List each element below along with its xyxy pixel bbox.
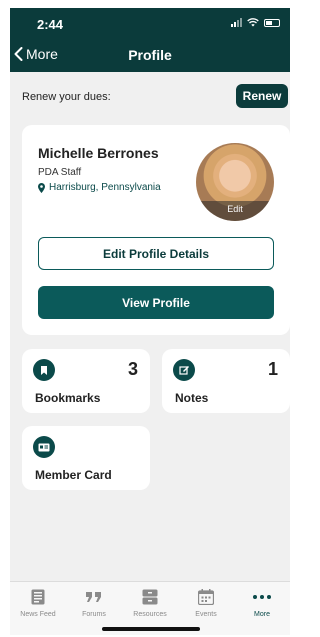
notes-count: 1 (267, 359, 278, 379)
tab-more[interactable]: More (234, 588, 290, 618)
notes-tile[interactable]: 1 Notes (162, 349, 290, 413)
battery-icon (264, 18, 280, 27)
member-card-tile[interactable]: Member Card (22, 426, 150, 490)
calendar-icon (178, 588, 234, 606)
note-edit-icon (173, 359, 195, 381)
notes-label: Notes (175, 391, 209, 405)
avatar-edit-label[interactable]: Edit (196, 201, 274, 221)
page-title: Profile (128, 47, 172, 63)
tab-news-feed-label: News Feed (20, 611, 56, 618)
bookmark-icon (33, 359, 55, 381)
tab-events[interactable]: Events (178, 588, 234, 618)
header-bar: 2:44 More Profile (10, 8, 290, 72)
profile-location: Harrisburg, Pennsylvania (38, 182, 161, 193)
status-icons (231, 18, 280, 27)
avatar[interactable]: Edit (196, 143, 274, 221)
tab-news-feed[interactable]: News Feed (10, 588, 66, 618)
tab-more-label: More (254, 611, 270, 618)
signal-icon (231, 18, 242, 27)
id-card-icon (33, 436, 55, 458)
news-feed-icon (10, 588, 66, 606)
wifi-icon (247, 18, 259, 27)
edit-profile-details-button[interactable]: Edit Profile Details (38, 237, 274, 270)
view-profile-button[interactable]: View Profile (38, 286, 274, 319)
bookmarks-label: Bookmarks (35, 391, 101, 405)
tab-events-label: Events (195, 611, 217, 618)
tab-forums-label: Forums (82, 611, 106, 618)
tab-resources[interactable]: Resources (122, 588, 178, 618)
profile-card: Michelle Berrones PDA Staff Harrisburg, … (22, 125, 290, 335)
profile-role: PDA Staff (38, 167, 82, 178)
location-pin-icon (38, 182, 45, 193)
bookmarks-tile[interactable]: 3 Bookmarks (22, 349, 150, 413)
bookmarks-count: 3 (127, 359, 138, 379)
member-card-label: Member Card (35, 468, 112, 482)
renew-label: Renew your dues: (22, 91, 111, 103)
tab-resources-label: Resources (133, 611, 167, 618)
profile-location-text: Harrisburg, Pennsylvania (49, 182, 161, 193)
tab-forums[interactable]: Forums (66, 588, 122, 618)
quote-icon (66, 588, 122, 606)
home-indicator (102, 627, 200, 631)
status-time: 2:44 (37, 17, 64, 32)
profile-name: Michelle Berrones (38, 145, 159, 161)
more-dots-icon (234, 588, 290, 606)
archive-icon (122, 588, 178, 606)
renew-button[interactable]: Renew (236, 84, 288, 108)
app-screen: 2:44 More Profile Renew your dues: Renew… (10, 8, 290, 635)
